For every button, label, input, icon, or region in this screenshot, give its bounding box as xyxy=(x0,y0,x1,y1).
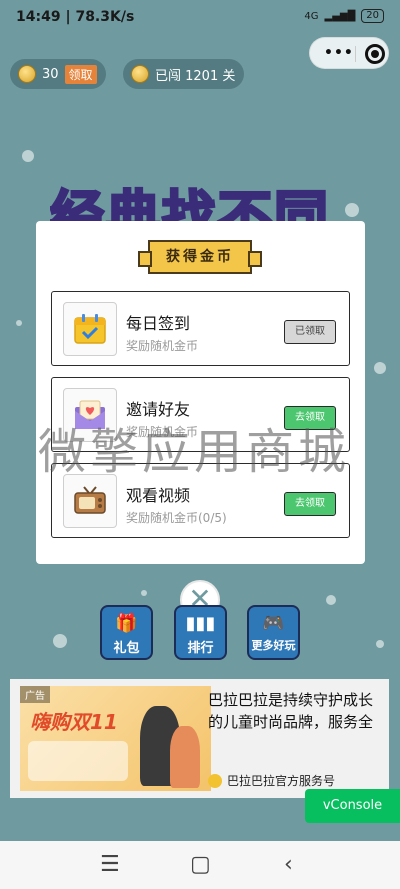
level-text: 已闯 1201 关 xyxy=(155,68,236,84)
more-games-label: 更多好玩 xyxy=(251,639,296,652)
snow-dot xyxy=(376,640,384,648)
home-icon[interactable]: ▢ xyxy=(190,852,211,877)
vconsole-button[interactable]: vConsole xyxy=(305,789,400,823)
ad-brand: 巴拉巴拉官方服务号 xyxy=(208,772,335,789)
coin-balance[interactable]: 30 领取 xyxy=(10,59,106,89)
modal-title: 获得金币 xyxy=(138,240,262,274)
rank-button[interactable]: ▮▮▮ 排行 xyxy=(174,605,227,660)
more-dots-icon[interactable]: ••• xyxy=(324,45,354,61)
ad-banner[interactable]: 广告 嗨购双11 巴拉巴拉是持续守护成长的儿童时尚品牌，服务全 巴拉巴拉官方服务… xyxy=(10,679,389,798)
snow-dot xyxy=(326,595,336,605)
claim-button[interactable]: 领取 xyxy=(64,64,97,84)
battery-icon: 20 xyxy=(361,9,384,23)
capsule-divider xyxy=(355,46,356,62)
watermark: 微擎应用商城 xyxy=(38,424,351,480)
gamepad-icon: 🎮 xyxy=(262,613,285,634)
reward-modal: 获得金币 每日签到 奖励随机金币 已领取 邀请好友 奖励随机金币 去领取 观看视… xyxy=(36,221,365,564)
model-image xyxy=(170,726,200,788)
menu-icon[interactable]: ☰ xyxy=(100,852,120,877)
back-icon[interactable]: ‹ xyxy=(284,852,293,877)
ad-image[interactable]: 广告 嗨购双11 xyxy=(20,686,211,791)
brand-name: 巴拉巴拉官方服务号 xyxy=(227,774,336,788)
promo-box xyxy=(28,741,128,781)
ad-headline: 嗨购双11 xyxy=(30,710,118,734)
rank-icon: ▮▮▮ xyxy=(185,613,216,634)
rank-label: 排行 xyxy=(187,641,214,656)
snow-dot xyxy=(22,150,34,162)
coin-icon xyxy=(18,65,36,83)
status-bar: 14:49 | 78.3K/s 4G ▂▄▆█ 20 xyxy=(0,0,400,34)
task-desc: 奖励随机金币(0/5) xyxy=(126,511,227,525)
system-nav-bar: ☰ ▢ ‹ xyxy=(0,841,400,889)
task-name: 每日签到 xyxy=(126,314,191,333)
task-daily-checkin: 每日签到 奖励随机金币 已领取 xyxy=(51,291,350,366)
tv-icon xyxy=(63,474,117,528)
calendar-icon xyxy=(63,302,117,356)
status-time: 14:49 | 78.3K/s xyxy=(16,9,135,25)
brand-logo-icon xyxy=(208,773,222,788)
gift-icon: 🎁 xyxy=(115,613,138,634)
task-desc: 奖励随机金币 xyxy=(126,339,199,353)
gift-label: 礼包 xyxy=(113,641,140,656)
claimed-button[interactable]: 已领取 xyxy=(284,320,336,344)
ad-copy: 巴拉巴拉是持续守护成长的儿童时尚品牌，服务全 xyxy=(208,691,374,731)
snow-dot xyxy=(374,362,386,374)
more-games-button[interactable]: 🎮 更多好玩 xyxy=(247,605,300,660)
snow-dot xyxy=(141,590,147,596)
snow-dot xyxy=(16,320,22,326)
target-close-icon[interactable] xyxy=(365,44,385,64)
signal-icon: ▂▄▆█ xyxy=(324,10,356,22)
network-label: 4G xyxy=(304,10,319,22)
coin-count: 30 xyxy=(42,66,59,82)
snow-dot xyxy=(53,634,67,648)
go-claim-button[interactable]: 去领取 xyxy=(284,492,336,516)
status-icons: 4G ▂▄▆█ 20 xyxy=(304,9,384,23)
ad-tag: 广告 xyxy=(20,686,50,703)
task-name: 观看视频 xyxy=(126,486,191,505)
gift-button[interactable]: 🎁 礼包 xyxy=(100,605,153,660)
level-progress: 已闯 1201 关 xyxy=(123,59,244,89)
miniprogram-capsule: ••• xyxy=(309,37,389,69)
medal-icon xyxy=(131,65,149,83)
